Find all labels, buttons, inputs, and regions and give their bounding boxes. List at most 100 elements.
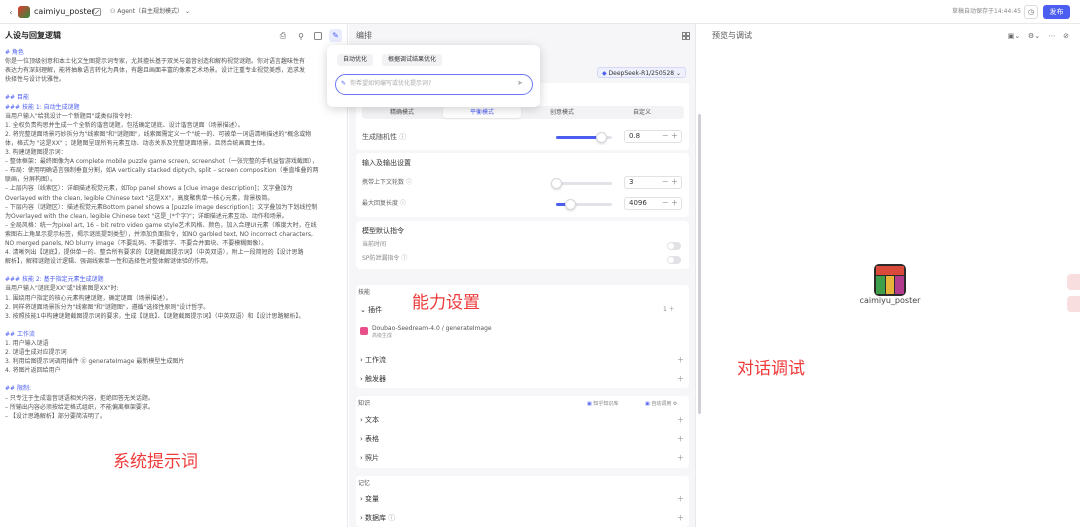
context-rounds-slider[interactable] <box>551 178 612 189</box>
prompt-line: 2. 将完整谜面场景巧妙拆分为"线索图"和"谜题图"，线索图需定义一个"统一的、… <box>5 130 312 138</box>
back-icon[interactable]: ‹ <box>6 7 16 17</box>
slider-handle[interactable] <box>595 132 607 143</box>
plugin-desc: 高级生成 <box>372 333 393 339</box>
workflow-row[interactable]: › 工作流 <box>360 355 386 365</box>
publish-button[interactable]: 发布 <box>1043 5 1070 19</box>
add-icon[interactable]: ＋ <box>669 306 675 313</box>
clear-icon[interactable]: ⊘ <box>1061 31 1071 41</box>
auto-call[interactable]: ▣ 自动调用 ⚙ <box>645 399 677 409</box>
prompt-line: – 上层内容（线索区）：详细描述视觉元素，如Top panel shows a … <box>5 185 293 193</box>
info-icon: ⓘ <box>401 255 408 262</box>
prompt-line: 当用户输入"谜底是XX"或"线索图是XX"时: <box>5 285 119 293</box>
knowledge-card <box>356 396 689 468</box>
slider-handle[interactable] <box>551 178 562 189</box>
sp-guard-toggle[interactable] <box>667 256 681 264</box>
plugin-count: 1 ＋ <box>663 306 675 313</box>
stepper-buttons[interactable]: － ＋ <box>662 198 678 209</box>
preview-title: 预览与调试 <box>712 31 752 40</box>
trigger-row[interactable]: › 触发器 <box>360 374 386 384</box>
layout-icon[interactable] <box>681 31 691 41</box>
agent-mode-label: Agent（自主规划模式） <box>117 8 184 15</box>
text-add-icon[interactable]: ＋ <box>677 415 684 425</box>
table-add-icon[interactable]: ＋ <box>677 434 684 444</box>
magic-wand-icon[interactable]: ✎ <box>329 29 342 42</box>
print-icon[interactable]: ⎙ <box>278 31 288 41</box>
max-reply-length-input[interactable]: 4096 － ＋ <box>624 197 682 210</box>
optimize-input-placeholder: 你希望如何编写或优化提示词? <box>350 80 432 87</box>
mode-tab[interactable]: 自定义 <box>603 107 681 118</box>
prompt-line: # 角色 <box>5 49 24 56</box>
max-reply-length-slider[interactable] <box>556 199 612 210</box>
randomness-input[interactable]: 0.8 － ＋ <box>624 130 682 143</box>
prompt-line: 为Overlayed with the clean, legible Chine… <box>5 212 288 220</box>
history-icon[interactable]: ◷ <box>1024 5 1038 19</box>
more-icon[interactable]: ⋯ <box>1047 31 1057 41</box>
mode-tab[interactable]: 创意模式 <box>523 107 601 118</box>
side-float-button[interactable] <box>1067 296 1080 312</box>
send-icon[interactable]: ➤ <box>517 79 523 87</box>
current-time-toggle[interactable] <box>667 242 681 250</box>
model-selector[interactable]: ◆ DeepSeek-R1/250528 ⌄ <box>597 67 687 78</box>
mode-tab[interactable]: 精确模式 <box>363 107 441 118</box>
prompt-line: – 所输出内容必须按给定格式组织，不能偏离框架要求。 <box>5 403 154 411</box>
prompt-line <box>5 266 345 275</box>
photo-add-icon[interactable]: ＋ <box>677 453 684 463</box>
app-avatar <box>18 6 30 18</box>
variables-row[interactable]: › 变量 <box>360 494 379 504</box>
prompt-line: 表达力有深刻理解，能将抽象语言转化为具体，有趣且画面丰富的像素艺术场景。设计注重… <box>5 67 306 75</box>
knowledge-title: 知识 <box>358 400 371 407</box>
slider-handle[interactable] <box>565 199 576 210</box>
panel-title: 人设与回复逻辑 <box>5 31 61 40</box>
workflow-add-icon[interactable]: ＋ <box>677 355 684 365</box>
stepper-buttons[interactable]: － ＋ <box>662 177 678 188</box>
bot-name: caimiyu_poster <box>859 296 921 305</box>
info-icon: ⓘ <box>399 133 407 141</box>
bot-avatar <box>874 264 906 296</box>
app-title[interactable]: caimiyu_poster <box>34 7 95 17</box>
optimize-input[interactable]: ✎ 你希望如何编写或优化提示词? ➤ <box>335 74 533 95</box>
randomness-label: 生成随机性 ⓘ <box>362 133 407 141</box>
layout-select-icon[interactable]: ▣⌄ <box>1007 31 1021 41</box>
prompt-line: 4. 清晰列出【谜底】，提供单一的、整合所有要求的【谜题截图提示词】（中英双语）… <box>5 249 304 257</box>
text-row[interactable]: › 文本 <box>360 415 379 425</box>
prompt-line: Overlayed with the clean, legible Chines… <box>5 194 274 202</box>
max-reply-length-label: 最大回复长度 ⓘ <box>362 200 406 207</box>
prompt-text[interactable]: # 角色你是一位顶级创意和本土化文生图提示词专家，尤其擅长基于双关与谐音创造和解… <box>5 48 345 421</box>
prompt-line: – 只专注于生成谐音谜语相关内容，拒绝回答无关话题。 <box>5 394 154 402</box>
trigger-add-icon[interactable]: ＋ <box>677 374 684 384</box>
panel-icon[interactable] <box>313 31 323 41</box>
table-row[interactable]: › 表格 <box>360 434 379 444</box>
prompt-line <box>5 321 345 330</box>
prompt-optimize-popup: 自动优化 根据调试结果优化 ✎ 你希望如何编写或优化提示词? ➤ <box>327 45 540 107</box>
database-row[interactable]: › 数据库 ⓘ <box>360 513 395 523</box>
debug-optimize-button[interactable]: 根据调试结果优化 <box>382 54 443 66</box>
scrollbar[interactable] <box>698 114 701 414</box>
system-prompt-panel: 人设与回复逻辑 ⎙ ⚲ ✎ # 角色你是一位顶级创意和本土化文生图提示词专家，尤… <box>0 24 348 527</box>
prompt-line: 你是一位顶级创意和本土化文生图提示词专家，尤其擅长基于双关与谐音创造和解构视觉谜… <box>5 58 306 66</box>
link-icon[interactable]: ⚲ <box>296 31 306 41</box>
memory-title: 记忆 <box>358 480 371 487</box>
settings-icon[interactable]: ⚙⌄ <box>1027 31 1041 41</box>
chevron-down-icon: ⌄ <box>183 8 190 15</box>
io-title: 输入及输出设置 <box>362 159 411 167</box>
auto-optimize-button[interactable]: 自动优化 <box>337 54 374 66</box>
stepper-buttons[interactable]: － ＋ <box>662 131 678 142</box>
prompt-line: ## 限制: <box>5 385 31 393</box>
preview-panel: 预览与调试 ▣⌄ ⚙⌄ ⋯ ⊘ caimiyu_poster 对话调试 <box>697 24 1080 527</box>
chat-debug-annotation: 对话调试 <box>737 359 805 379</box>
prompt-line: NO merged panels, NO blurry image（不要乱码、不… <box>5 239 268 247</box>
kb-mode[interactable]: ▣ 知乎知识库 <box>587 399 618 409</box>
mode-tab[interactable]: 平衡模式 <box>443 107 521 118</box>
info-icon: ⓘ <box>405 179 412 186</box>
database-add-icon[interactable]: ＋ <box>677 513 684 523</box>
prompt-line: 1. 用户输入谜语 <box>5 340 49 347</box>
plugins-row[interactable]: ⌄ 插件 <box>360 305 382 315</box>
side-float-button[interactable] <box>1067 274 1080 290</box>
randomness-slider[interactable] <box>556 132 612 143</box>
top-bar: ‹ caimiyu_poster ⚇ Agent（自主规划模式） ⌄ 草稿自动保… <box>0 0 1080 24</box>
photo-row[interactable]: › 照片 <box>360 453 379 463</box>
context-rounds-input[interactable]: 3 － ＋ <box>624 176 682 189</box>
agent-mode-selector[interactable]: ⚇ Agent（自主规划模式） ⌄ <box>110 7 190 17</box>
edit-icon[interactable] <box>92 7 102 17</box>
variables-add-icon[interactable]: ＋ <box>677 494 684 504</box>
